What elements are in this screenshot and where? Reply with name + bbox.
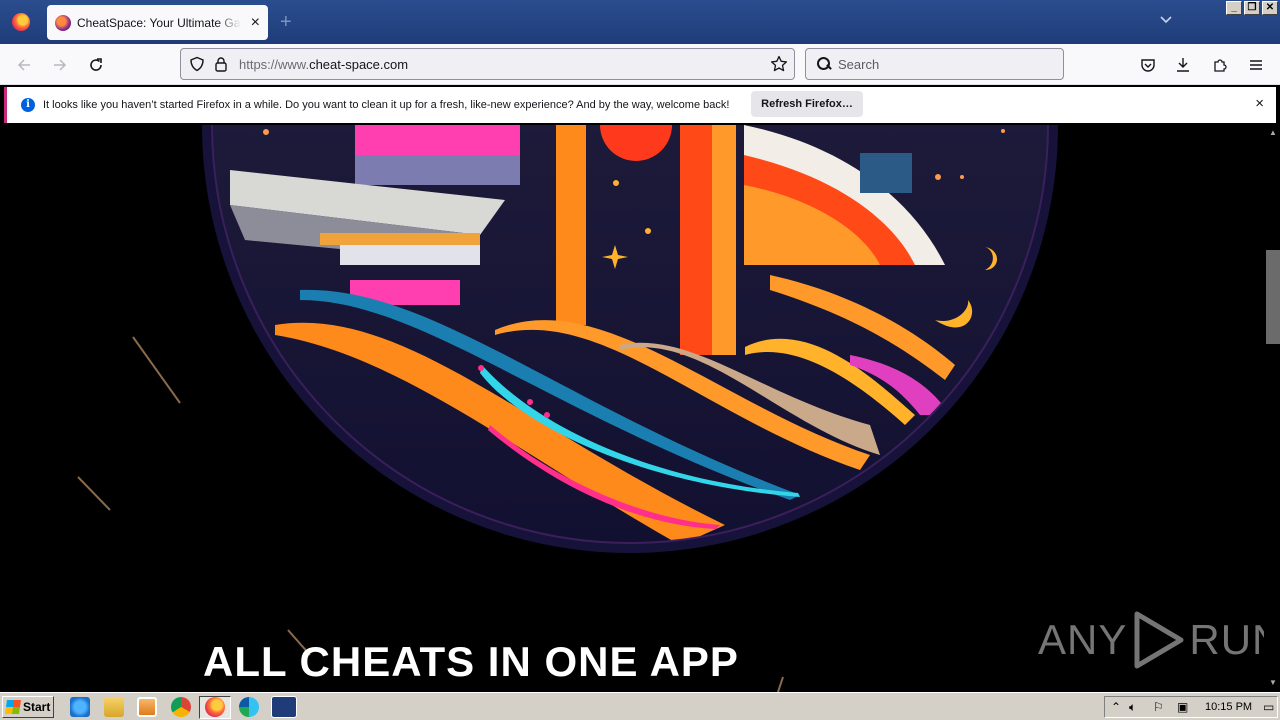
file-explorer-icon[interactable] [104, 697, 124, 717]
bookmark-star-icon[interactable] [770, 55, 788, 78]
back-arrow-icon[interactable] [12, 53, 36, 77]
tab-title: CheatSpace: Your Ultimate Game Cheats [77, 15, 241, 30]
site-favicon-icon [55, 14, 71, 31]
lock-icon[interactable] [213, 56, 229, 72]
hero-artwork-image [77, 125, 1058, 692]
internet-explorer-icon[interactable] [70, 697, 90, 717]
list-all-tabs-chevron-icon[interactable] [1158, 12, 1174, 28]
start-label: Start [23, 700, 51, 714]
new-tab-button[interactable]: + [280, 10, 292, 34]
show-hidden-icons-icon[interactable]: ⌃ [1111, 700, 1121, 714]
hero-title: ALL CHEATS IN ONE APP [203, 638, 739, 685]
close-window-button[interactable]: ✕ [1262, 1, 1278, 15]
url-domain: cheat-space.com [309, 56, 409, 72]
navigation-toolbar: https://www.cheat-space.com Search [0, 44, 1280, 85]
url-text[interactable]: https://www.cheat-space.com [239, 57, 408, 72]
downloads-icon[interactable] [1171, 53, 1195, 77]
window-controls: _ ❐ ✕ [1226, 1, 1278, 15]
pocket-icon[interactable] [1136, 53, 1160, 77]
edge-icon[interactable] [239, 697, 259, 717]
search-icon [816, 56, 832, 72]
scroll-up-arrow-icon[interactable]: ▲ [1266, 126, 1280, 140]
start-button[interactable]: Start [2, 696, 54, 718]
forward-arrow-icon[interactable] [48, 53, 72, 77]
scroll-down-arrow-icon[interactable]: ▼ [1266, 676, 1280, 690]
restore-button[interactable]: ❐ [1244, 1, 1260, 15]
search-placeholder: Search [838, 56, 880, 72]
url-bar[interactable]: https://www.cheat-space.com [180, 48, 795, 80]
extensions-puzzle-icon[interactable] [1208, 53, 1232, 77]
refresh-firefox-notification: i It looks like you haven’t started Fire… [4, 87, 1276, 123]
taskbar-clock[interactable]: 10:15 PM [1205, 701, 1252, 713]
notification-message: It looks like you haven’t started Firefo… [43, 99, 730, 111]
page-scrollbar[interactable]: ▲ ▼ [1264, 125, 1280, 692]
tab-active[interactable]: CheatSpace: Your Ultimate Game Cheats × [47, 5, 268, 40]
windows-logo-icon [5, 700, 21, 714]
page-content: ALL CHEATS IN ONE APP ANY RUN [0, 125, 1264, 692]
scrollbar-thumb[interactable] [1266, 250, 1280, 344]
shield-icon[interactable] [189, 56, 205, 72]
url-prefix: https://www. [239, 56, 310, 72]
watermark-left: ANY [1038, 616, 1128, 663]
network-icon[interactable]: ▣ [1177, 700, 1188, 714]
firefox-icon [205, 697, 225, 717]
hamburger-menu-icon[interactable] [1244, 53, 1268, 77]
browser-titlebar: CheatSpace: Your Ultimate Game Cheats × … [0, 0, 1280, 44]
firefox-menu-button[interactable] [0, 0, 42, 44]
chrome-icon[interactable] [171, 697, 191, 717]
reload-icon[interactable] [84, 53, 108, 77]
app-window-icon[interactable] [271, 696, 297, 718]
notification-close-icon[interactable]: × [1255, 95, 1264, 113]
minimize-button[interactable]: _ [1226, 1, 1242, 15]
search-bar[interactable]: Search [805, 48, 1064, 80]
volume-icon[interactable]: 🔈︎ [1129, 700, 1136, 715]
tab-close-icon[interactable]: × [251, 14, 260, 31]
windows-taskbar: Start ⌃ 🔈︎ ⚐ ▣ ▭ 10:15 PM [0, 692, 1280, 720]
show-desktop-icon[interactable]: ▭ [1263, 700, 1274, 714]
firefox-logo-icon [12, 13, 30, 31]
media-player-icon[interactable] [137, 697, 157, 717]
watermark-right: RUN [1189, 616, 1264, 663]
info-icon: i [21, 98, 35, 112]
anyrun-watermark-logo: ANY RUN [1038, 610, 1264, 670]
action-center-flag-icon[interactable]: ⚐ [1153, 700, 1164, 714]
refresh-firefox-button[interactable]: Refresh Firefox… [751, 91, 863, 117]
play-icon [1134, 611, 1184, 669]
